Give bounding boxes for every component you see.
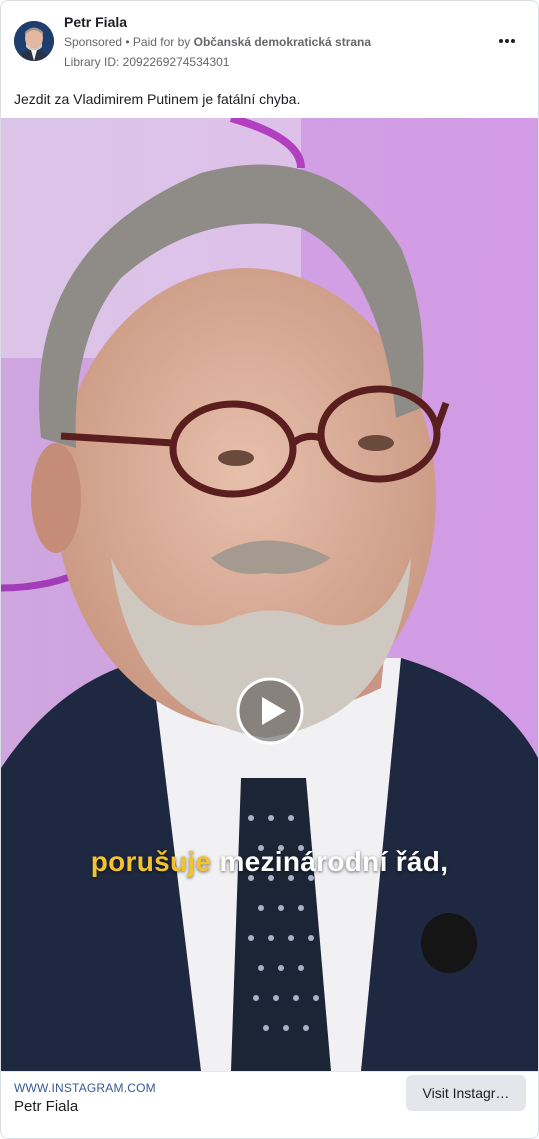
play-icon <box>236 677 304 745</box>
video-subtitle: porušuje mezinárodní řád, <box>1 846 538 878</box>
visit-instagram-button[interactable]: Visit Instagr… <box>406 1075 526 1111</box>
sponsored-label: Sponsored <box>64 35 123 49</box>
avatar[interactable] <box>14 21 54 61</box>
subtitle-text: mezinárodní řád, <box>211 846 449 877</box>
ad-footer[interactable]: WWW.INSTAGRAM.COM Petr Fiala Visit Insta… <box>1 1071 538 1138</box>
play-button[interactable] <box>235 676 305 746</box>
more-horizontal-icon <box>498 39 516 43</box>
ad-card: Petr Fiala Sponsored • Paid for by Občan… <box>0 0 539 1139</box>
sponsored-line: Sponsored • Paid for by Občanská demokra… <box>64 35 371 49</box>
link-title[interactable]: Petr Fiala <box>14 1098 78 1115</box>
library-id: Library ID: 2092269274534301 <box>64 55 230 69</box>
link-domain[interactable]: WWW.INSTAGRAM.COM <box>14 1081 156 1095</box>
more-options-button[interactable] <box>495 31 519 51</box>
paid-for-label: • Paid for by <box>122 35 194 49</box>
page-name[interactable]: Petr Fiala <box>64 14 127 30</box>
subtitle-highlight: porušuje <box>90 846 212 877</box>
post-caption: Jezdit za Vladimirem Putinem je fatální … <box>14 91 301 107</box>
video-player[interactable]: porušuje mezinárodní řád, <box>1 118 538 1071</box>
ad-header: Petr Fiala Sponsored • Paid for by Občan… <box>1 1 538 81</box>
video-frame <box>1 118 538 1071</box>
paid-by-name[interactable]: Občanská demokratická strana <box>194 35 371 49</box>
